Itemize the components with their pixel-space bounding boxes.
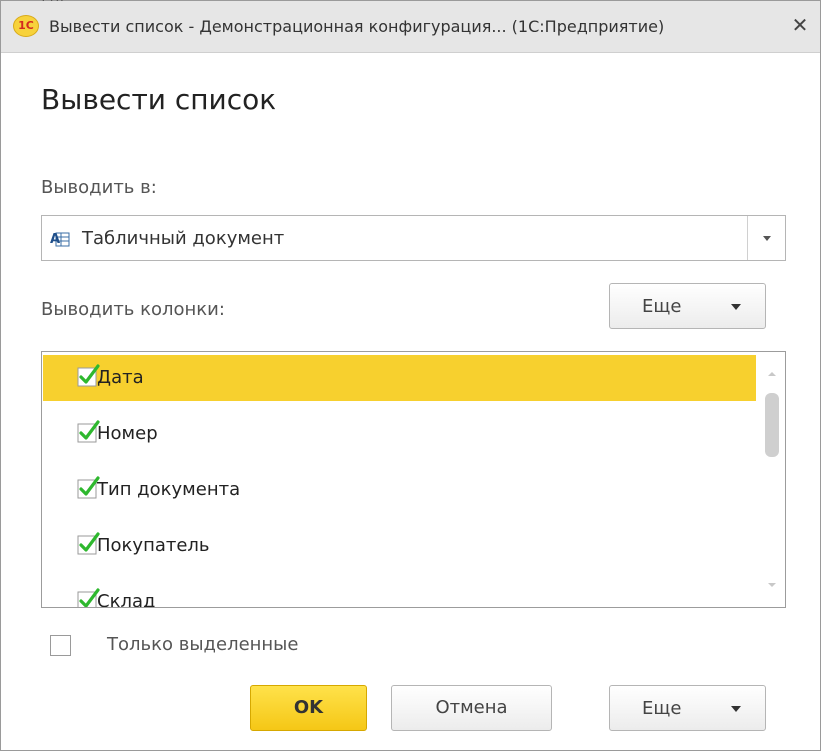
output-select[interactable]: A Табличный документ bbox=[41, 215, 786, 261]
output-label: Выводить в: bbox=[41, 177, 157, 198]
list-item[interactable]: Покупатель bbox=[43, 523, 756, 569]
columns-more-label: Еще bbox=[642, 296, 682, 317]
footer-more-button[interactable]: Еще bbox=[609, 685, 766, 731]
window-title: Вывести список - Демонстрационная конфиг… bbox=[49, 17, 665, 36]
list-item-label: Тип документа bbox=[97, 479, 241, 500]
svg-text:A: A bbox=[50, 232, 60, 247]
scrollbar-thumb[interactable] bbox=[765, 393, 779, 457]
scroll-down-icon[interactable] bbox=[768, 583, 776, 587]
output-dropdown-button[interactable] bbox=[747, 216, 785, 260]
list-item[interactable]: Дата bbox=[43, 355, 756, 401]
close-button[interactable]: ✕ bbox=[787, 13, 813, 39]
spreadsheet-document-icon: A bbox=[50, 232, 70, 247]
list-item[interactable]: Номер bbox=[43, 411, 756, 457]
columns-more-button[interactable]: Еще bbox=[609, 283, 766, 329]
chevron-down-icon bbox=[762, 236, 771, 241]
list-item[interactable]: Тип документа bbox=[43, 467, 756, 513]
only-selected-label: Только выделенные bbox=[107, 634, 299, 655]
list-item-label: Номер bbox=[97, 423, 158, 444]
1c-logo-icon: 1С bbox=[13, 15, 39, 37]
list-scrollbar[interactable] bbox=[760, 352, 785, 607]
footer-more-label: Еще bbox=[642, 698, 682, 719]
chevron-down-icon bbox=[731, 304, 741, 310]
scroll-up-icon[interactable] bbox=[768, 372, 776, 376]
cancel-button[interactable]: Отмена bbox=[391, 685, 552, 731]
list-item-label: Склад bbox=[97, 591, 156, 608]
title-bar: 1С Вывести список - Демонстрационная кон… bbox=[1, 1, 820, 53]
only-selected-checkbox[interactable] bbox=[50, 635, 71, 656]
dialog-window: 110 1С Вывести список - Демонстрационная… bbox=[0, 0, 821, 751]
output-select-value: Табличный документ bbox=[82, 228, 285, 249]
list-item[interactable]: Склад bbox=[43, 579, 756, 608]
chevron-down-icon bbox=[731, 706, 741, 712]
columns-label: Выводить колонки: bbox=[41, 299, 225, 320]
list-item-label: Покупатель bbox=[97, 535, 210, 556]
ok-button[interactable]: OK bbox=[250, 685, 367, 731]
columns-list[interactable]: Дата Номер Тип документа Покупатель Скла… bbox=[41, 351, 786, 608]
list-item-label: Дата bbox=[97, 367, 144, 388]
form-title: Вывести список bbox=[41, 83, 277, 116]
